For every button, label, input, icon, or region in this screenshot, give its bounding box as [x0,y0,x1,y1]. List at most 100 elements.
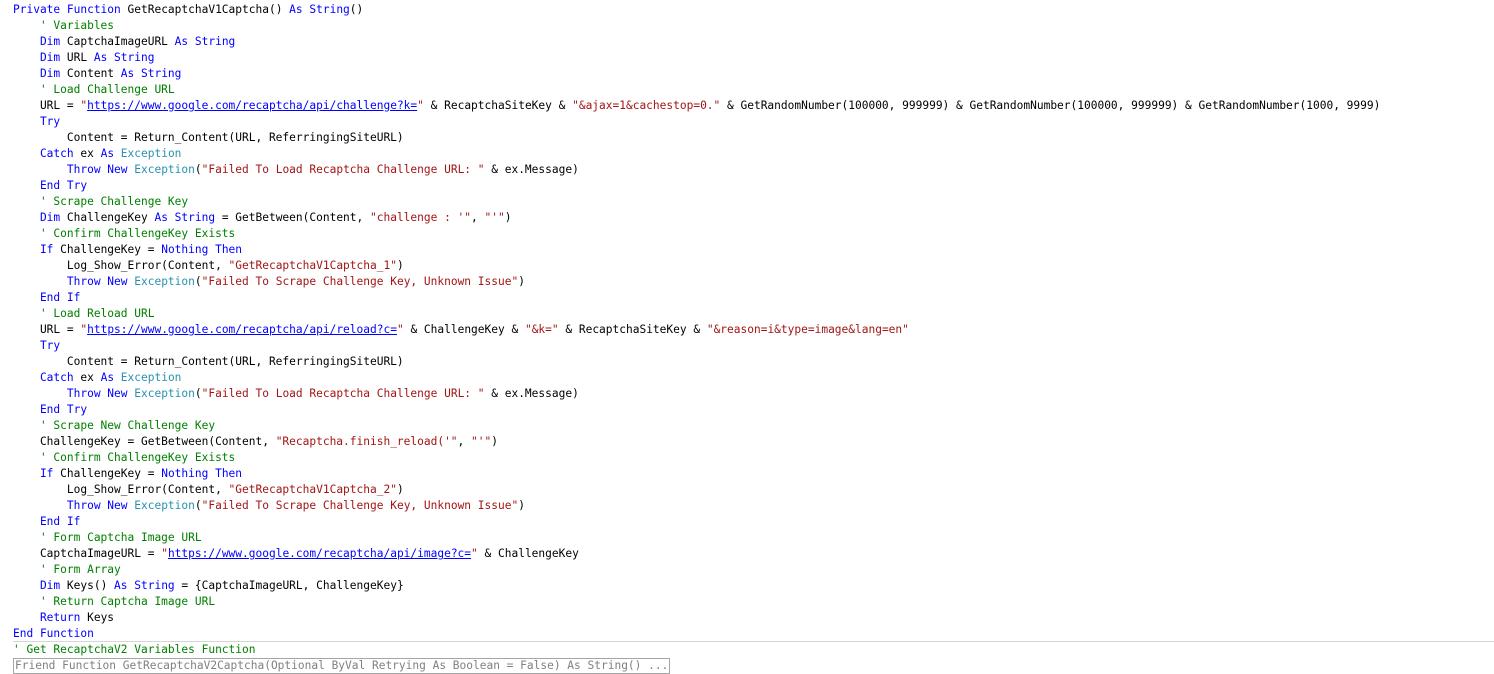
code-line[interactable]: End If [0,290,1494,306]
keyword-token: Dim [13,211,67,224]
identifier-token: () [349,3,364,16]
code-line[interactable]: Dim URL As String [0,50,1494,66]
keyword-token: As String [174,35,236,48]
identifier-token: ChallengeKey = [60,467,162,480]
code-line[interactable]: Dim CaptchaImageURL As String [0,34,1494,50]
code-line[interactable]: ' Variables [0,18,1494,34]
keyword-token: As [100,147,121,160]
keyword-token: Throw New [13,499,135,512]
code-line[interactable]: Dim Keys() As String = {CaptchaImageURL,… [0,578,1494,594]
keyword-token: Return [13,611,88,624]
identifier-token: ( [194,499,202,512]
code-line[interactable]: ChallengeKey = GetBetween(Content, "Reca… [0,434,1494,450]
code-line[interactable]: ' Confirm ChallengeKey Exists [0,450,1494,466]
code-line[interactable]: Throw New Exception("Failed To Scrape Ch… [0,274,1494,290]
code-line[interactable]: If ChallengeKey = Nothing Then [0,466,1494,482]
comment-token: ' Get RecaptchaV2 Variables Function [13,643,256,656]
comment-token: ' Confirm ChallengeKey Exists [13,227,236,240]
comment-token: ' Scrape New Challenge Key [13,419,216,432]
identifier-token: & RecaptchaSiteKey & [558,323,707,336]
code-line[interactable]: Throw New Exception("Failed To Load Reca… [0,386,1494,402]
identifier-token: , [471,211,485,224]
keyword-token: End Try [13,403,88,416]
string-token: "Failed To Scrape Challenge Key, Unknown… [201,499,519,512]
keyword-token: Nothing Then [161,467,243,480]
code-line[interactable]: ' Load Reload URL [0,306,1494,322]
code-line[interactable]: Catch ex As Exception [0,370,1494,386]
code-line[interactable]: If ChallengeKey = Nothing Then [0,242,1494,258]
code-line[interactable]: ' Form Captcha Image URL [0,530,1494,546]
code-line[interactable]: End Try [0,402,1494,418]
code-line[interactable]: Try [0,338,1494,354]
code-line[interactable]: Throw New Exception("Failed To Scrape Ch… [0,498,1494,514]
code-line[interactable]: URL = "https://www.google.com/recaptcha/… [0,322,1494,338]
code-line[interactable]: Dim Content As String [0,66,1494,82]
identifier-token: GetRecaptchaV1Captcha() [127,3,290,16]
url-link[interactable]: https://www.google.com/recaptcha/api/ima… [168,547,471,560]
identifier-token: ( [194,275,202,288]
keyword-token: As [100,371,121,384]
code-line[interactable]: ' Return Captcha Image URL [0,594,1494,610]
identifier-token: ( [194,163,202,176]
code-line[interactable]: Log_Show_Error(Content, "GetRecaptchaV1C… [0,258,1494,274]
keyword-token: Nothing Then [161,243,243,256]
collapsed-function-block[interactable]: Friend Function GetRecaptchaV2Captcha(Op… [13,658,671,674]
string-token: "GetRecaptchaV1Captcha_2" [228,483,397,496]
code-editor[interactable]: Private Function GetRecaptchaV1Captcha()… [0,2,1494,674]
url-link[interactable]: https://www.google.com/recaptcha/api/rel… [87,323,397,336]
identifier-token: URL = [13,99,81,112]
keyword-token: As String [289,3,350,16]
string-token: " [161,547,168,560]
identifier-token: Content = Return_Content(URL, Referringi… [13,131,404,144]
identifier-token: URL [66,51,94,64]
code-line[interactable]: Return Keys [0,610,1494,626]
keyword-token: Throw New [13,275,135,288]
string-token: "Failed To Load Recaptcha Challenge URL:… [201,387,485,400]
keyword-token: As String [93,51,155,64]
identifier-token: CaptchaImageURL [66,35,175,48]
keyword-token: End Function [13,627,94,640]
code-line[interactable]: End Try [0,178,1494,194]
identifier-token: ) [491,435,498,448]
code-line[interactable]: Throw New Exception("Failed To Load Reca… [0,162,1494,178]
code-line[interactable]: ' Get RecaptchaV2 Variables Function [0,642,1494,658]
code-line[interactable]: Log_Show_Error(Content, "GetRecaptchaV1C… [0,482,1494,498]
identifier-token: ) [396,259,404,272]
identifier-token: Content [66,67,121,80]
type-token: Exception [134,275,195,288]
code-line[interactable]: ' Form Array [0,562,1494,578]
identifier-token: & ex.Message) [484,163,579,176]
type-token: Exception [120,147,182,160]
code-line[interactable]: ' Scrape Challenge Key [0,194,1494,210]
code-line[interactable]: Catch ex As Exception [0,146,1494,162]
code-line[interactable]: ' Scrape New Challenge Key [0,418,1494,434]
code-line[interactable]: Dim ChallengeKey As String = GetBetween(… [0,210,1494,226]
keyword-token: Catch [13,371,81,384]
keyword-token: Dim [13,579,67,592]
code-line[interactable]: CaptchaImageURL = "https://www.google.co… [0,546,1494,562]
code-line[interactable]: ' Load Challenge URL [0,82,1494,98]
identifier-token: Keys() [66,579,115,592]
code-line[interactable]: Private Function GetRecaptchaV1Captcha()… [0,2,1494,18]
string-token: "&reason=i&type=image&lang=en" [706,323,909,336]
keyword-token: Private Function [13,3,128,16]
code-line[interactable]: End Function [0,626,1494,642]
url-link[interactable]: https://www.google.com/recaptcha/api/cha… [87,99,417,112]
code-line[interactable]: ' Confirm ChallengeKey Exists [0,226,1494,242]
string-token: " [471,547,478,560]
identifier-token: ex [80,371,101,384]
code-line[interactable]: URL = "https://www.google.com/recaptcha/… [0,98,1494,114]
identifier-token: ) [518,499,525,512]
identifier-token: Log_Show_Error(Content, [13,483,229,496]
keyword-token: As String [114,579,175,592]
identifier-token: ChallengeKey [66,211,155,224]
type-token: Exception [120,371,182,384]
code-line[interactable]: Try [0,114,1494,130]
code-line[interactable]: End If [0,514,1494,530]
code-line[interactable]: Content = Return_Content(URL, Referringi… [0,130,1494,146]
keyword-token: Dim [13,35,67,48]
string-token: "GetRecaptchaV1Captcha_1" [228,259,397,272]
keyword-token: As String [120,67,182,80]
string-token: "challenge : '" [370,211,472,224]
code-line[interactable]: Content = Return_Content(URL, Referringi… [0,354,1494,370]
